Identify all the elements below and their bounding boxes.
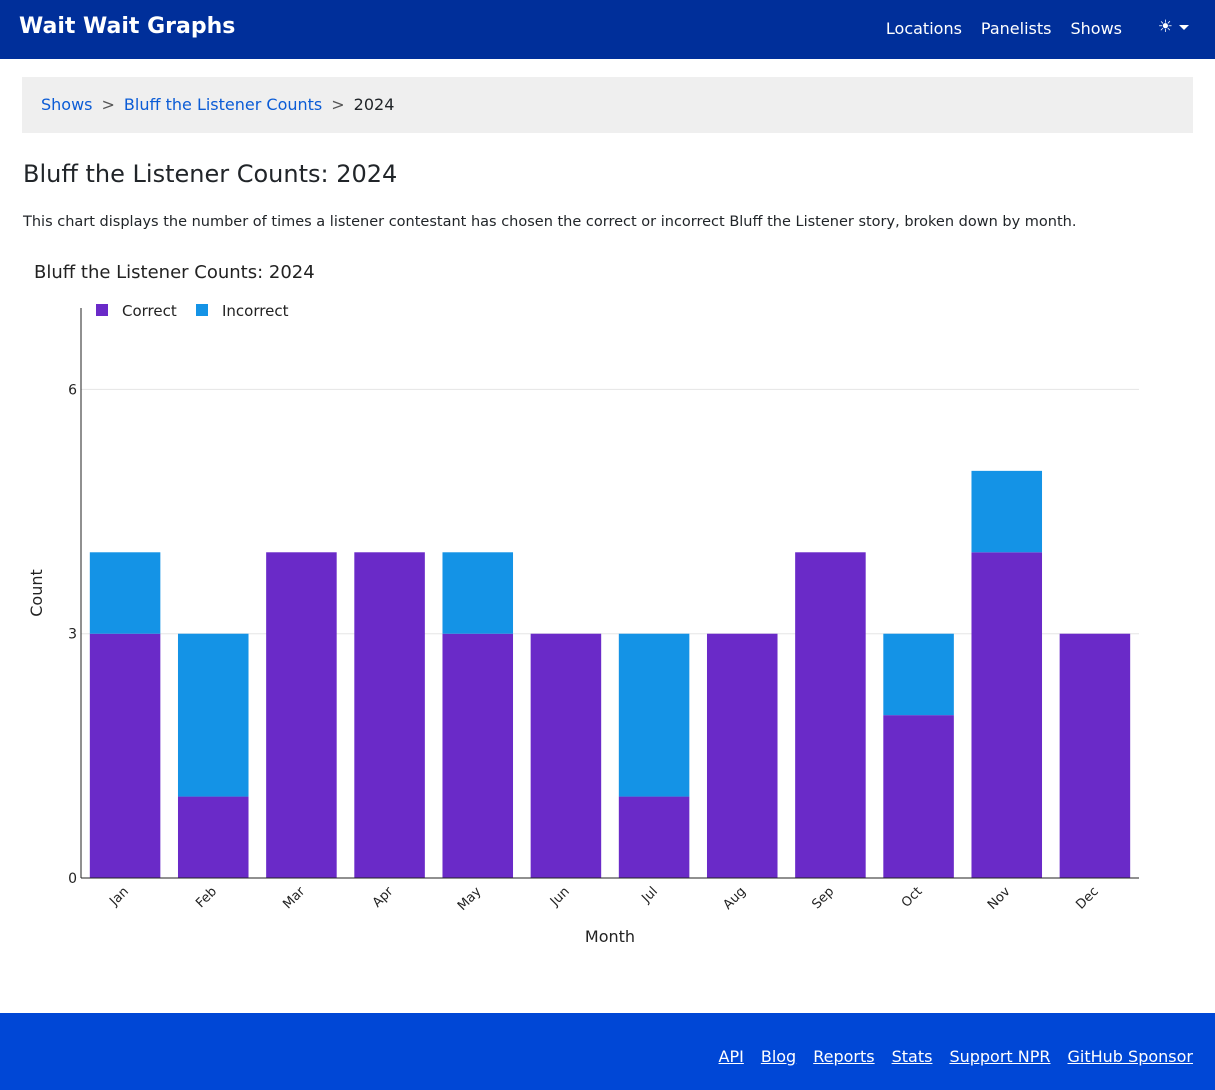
y-axis-label: Count (27, 569, 46, 617)
footer-link-stats[interactable]: Stats (892, 1047, 933, 1066)
sun-icon: ☀ (1157, 17, 1173, 37)
navbar: Wait Wait Graphs Locations Panelists Sho… (0, 0, 1215, 59)
x-tick-label: Apr (370, 884, 397, 911)
x-tick-label: Jul (639, 884, 661, 906)
chevron-down-icon (1179, 24, 1189, 30)
x-tick-label: Nov (985, 884, 1014, 913)
bar-incorrect-may[interactable] (442, 552, 514, 634)
bar-correct-sep[interactable] (795, 552, 866, 878)
bar-correct-nov[interactable] (971, 552, 1043, 878)
bar-incorrect-jan[interactable] (89, 552, 161, 634)
bar-correct-jan[interactable] (89, 633, 161, 878)
x-tick-label: Oct (899, 884, 926, 911)
legend-swatch (96, 304, 108, 316)
y-tick-label: 0 (68, 871, 77, 887)
bar-correct-mar[interactable] (266, 552, 337, 878)
footer-link-support-npr[interactable]: Support NPR (949, 1047, 1050, 1066)
bar-chart: Bluff the Listener Counts: 2024 0 3 6 Jan Fe… (27, 262, 1139, 946)
footer-link-api[interactable]: API (719, 1047, 744, 1066)
x-tick-label: Jan (106, 884, 131, 909)
x-tick-label: May (455, 884, 485, 914)
bar-correct-aug[interactable] (706, 633, 778, 878)
nav-link-locations[interactable]: Locations (886, 19, 962, 38)
legend-label[interactable]: Incorrect (222, 302, 289, 320)
x-tick-label: Feb (193, 884, 220, 911)
legend-label[interactable]: Correct (122, 302, 177, 320)
bar-correct-may[interactable] (442, 633, 514, 878)
breadcrumb-bluff-counts[interactable]: Bluff the Listener Counts (124, 95, 322, 114)
bar-correct-feb[interactable] (177, 796, 249, 878)
footer: API Blog Reports Stats Support NPR GitHu… (0, 1013, 1215, 1090)
legend-swatch (196, 304, 208, 316)
breadcrumb-separator: > (331, 95, 345, 114)
bar-incorrect-feb[interactable] (177, 633, 249, 797)
x-tick-label: Sep (809, 884, 837, 912)
breadcrumb: Shows > Bluff the Listener Counts >2024 (22, 77, 1193, 133)
bar-correct-jul[interactable] (618, 796, 690, 878)
bar-correct-oct[interactable] (883, 715, 954, 878)
footer-link-reports[interactable]: Reports (813, 1047, 874, 1066)
breadcrumb-separator: > (101, 95, 115, 114)
theme-toggle-button[interactable]: ☀ (1158, 17, 1189, 37)
bar-correct-dec[interactable] (1059, 633, 1131, 878)
brand-title[interactable]: Wait Wait Graphs (19, 14, 235, 39)
footer-link-blog[interactable]: Blog (761, 1047, 796, 1066)
nav-links: Locations Panelists Shows (886, 19, 1122, 38)
bar-correct-jun[interactable] (530, 633, 602, 878)
chart-title: Bluff the Listener Counts: 2024 (34, 262, 315, 283)
breadcrumb-current: 2024 (353, 95, 395, 114)
breadcrumb-shows[interactable]: Shows (41, 95, 93, 114)
bar-correct-apr[interactable] (354, 552, 425, 878)
x-tick-label: Aug (721, 884, 750, 913)
y-tick-label: 6 (68, 382, 77, 398)
bar-incorrect-oct[interactable] (883, 633, 954, 716)
chart-bars (89, 470, 1131, 878)
bar-incorrect-jul[interactable] (618, 633, 690, 797)
x-tick-label: Jun (547, 884, 573, 910)
page-description: This chart displays the number of times … (23, 214, 1077, 230)
chart-legend: Correct Incorrect (96, 302, 289, 320)
nav-link-shows[interactable]: Shows (1070, 19, 1122, 38)
x-tick-label: Mar (280, 884, 308, 912)
nav-link-panelists[interactable]: Panelists (981, 19, 1052, 38)
y-tick-label: 3 (68, 627, 77, 643)
bar-incorrect-nov[interactable] (971, 470, 1043, 553)
footer-links: API Blog Reports Stats Support NPR GitHu… (719, 1047, 1193, 1066)
footer-link-github-sponsor[interactable]: GitHub Sponsor (1068, 1047, 1193, 1066)
x-axis-label: Month (585, 927, 635, 946)
x-tick-label: Dec (1073, 884, 1101, 912)
page-title: Bluff the Listener Counts: 2024 (23, 160, 398, 188)
